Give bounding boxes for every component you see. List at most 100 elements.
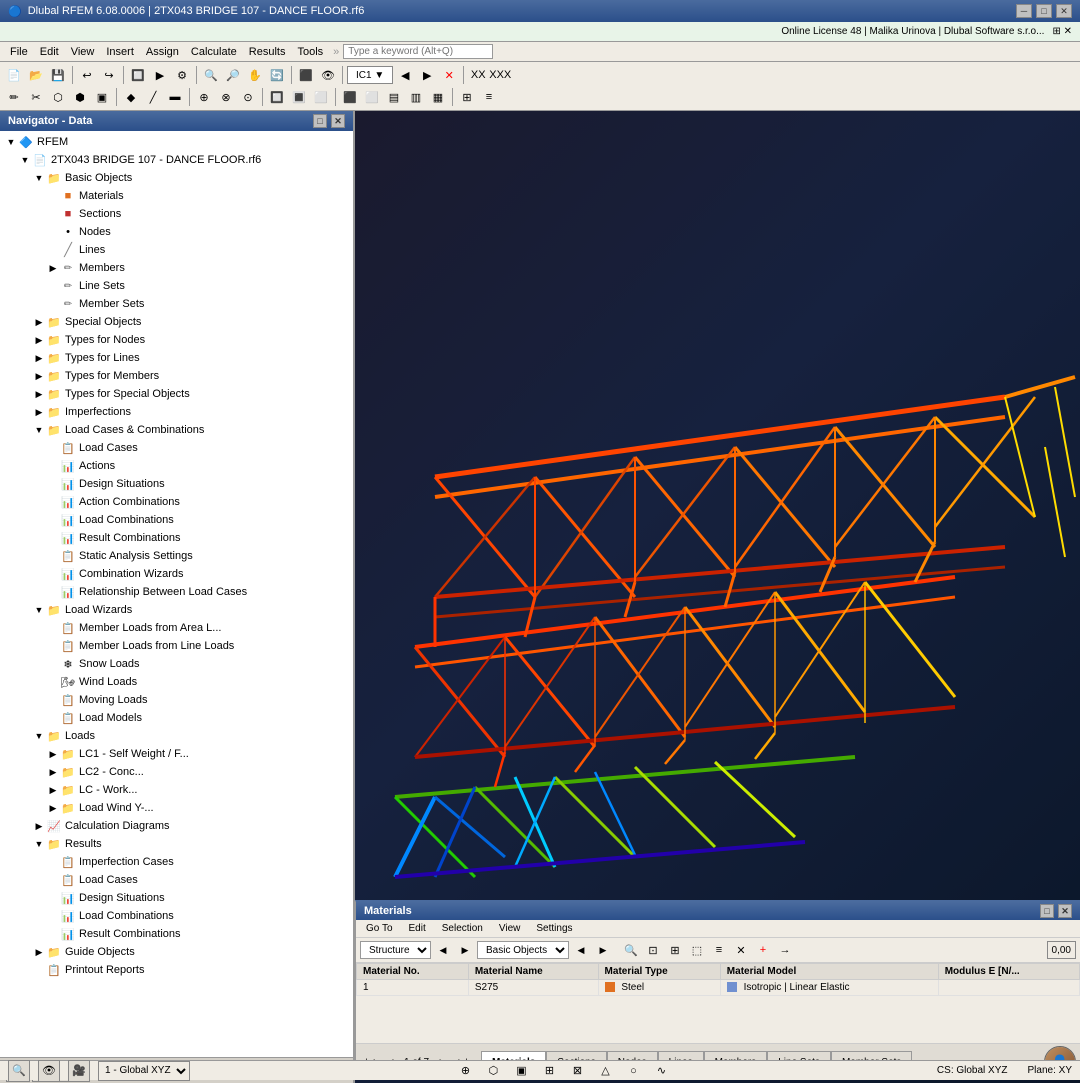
extra-a[interactable]: ⊞ [457, 87, 477, 107]
tree-item-lines[interactable]: ╱ Lines [0, 241, 353, 259]
close-button[interactable]: ✕ [1056, 4, 1072, 18]
tree-item-moving-loads[interactable]: 📋 Moving Loads [0, 691, 353, 709]
display-button[interactable]: 👁 [318, 65, 338, 85]
extra-b[interactable]: ≡ [479, 87, 499, 107]
undo-button[interactable]: ↩ [77, 65, 97, 85]
tool3-button[interactable]: ⬡ [48, 87, 68, 107]
tree-item-members[interactable]: ▶ ✏ Members [0, 259, 353, 277]
tree-item-results[interactable]: ▼ 📁 Results [0, 835, 353, 853]
panel-menu-view[interactable]: View [493, 922, 527, 935]
tree-item-types-members[interactable]: ▶ 📁 Types for Members [0, 367, 353, 385]
prev-button[interactable]: ◀ [395, 65, 415, 85]
tree-item-types-nodes[interactable]: ▶ 📁 Types for Nodes [0, 331, 353, 349]
node-tool[interactable]: ◆ [121, 87, 141, 107]
tree-item-materials[interactable]: ■ Materials [0, 187, 353, 205]
view3[interactable]: ▤ [384, 87, 404, 107]
panel-menu-settings[interactable]: Settings [530, 922, 578, 935]
tree-item-wind-loads[interactable]: 🌬 Wind Loads [0, 673, 353, 691]
calc-button[interactable]: ⚙ [172, 65, 192, 85]
select-button[interactable]: ⬛ [296, 65, 316, 85]
snap2[interactable]: ⊗ [216, 87, 236, 107]
tree-item-project[interactable]: ▼ 📄 2TX043 BRIDGE 107 - DANCE FLOOR.rf6 [0, 151, 353, 169]
tree-item-member-loads-area[interactable]: 📋 Member Loads from Area L... [0, 619, 353, 637]
tree-item-res-load-cases[interactable]: 📋 Load Cases [0, 871, 353, 889]
tree-item-basic-objects[interactable]: ▼ 📁 Basic Objects [0, 169, 353, 187]
tree-item-line-sets[interactable]: ✏ Line Sets [0, 277, 353, 295]
tree-item-nodes[interactable]: • Nodes [0, 223, 353, 241]
menu-assign[interactable]: Assign [140, 44, 185, 60]
tree-item-member-sets[interactable]: ✏ Member Sets [0, 295, 353, 313]
tree-item-res-design-situations[interactable]: 📊 Design Situations [0, 889, 353, 907]
line-tool[interactable]: ╱ [143, 87, 163, 107]
tree-container[interactable]: ▼ 🔷 RFEM ▼ 📄 2TX043 BRIDGE 107 - DANCE F… [0, 131, 353, 1057]
tool2-button[interactable]: ✂ [26, 87, 46, 107]
redo-button[interactable]: ↪ [99, 65, 119, 85]
panel-filter1[interactable]: ⊡ [643, 940, 663, 960]
tree-item-snow-loads[interactable]: ❄ Snow Loads [0, 655, 353, 673]
tree-item-actions[interactable]: 📊 Actions [0, 457, 353, 475]
menu-edit[interactable]: Edit [34, 44, 65, 60]
cross-button[interactable]: ✕ [439, 65, 459, 85]
tree-item-imperfection-cases[interactable]: 📋 Imperfection Cases [0, 853, 353, 871]
new-button[interactable]: 📄 [4, 65, 24, 85]
status-tool3[interactable]: ▣ [511, 1061, 531, 1081]
status-tool5[interactable]: ⊠ [567, 1061, 587, 1081]
minimize-button[interactable]: ─ [1016, 4, 1032, 18]
panel-menu-edit[interactable]: Edit [403, 922, 432, 935]
menu-results[interactable]: Results [243, 44, 292, 60]
snap1[interactable]: ⊕ [194, 87, 214, 107]
tree-item-rfem[interactable]: ▼ 🔷 RFEM [0, 133, 353, 151]
tree-item-guide-objects[interactable]: ▶ 📁 Guide Objects [0, 943, 353, 961]
tree-item-load-wizards[interactable]: ▼ 📁 Load Wizards [0, 601, 353, 619]
tree-item-calc-diagrams[interactable]: ▶ 📈 Calculation Diagrams [0, 817, 353, 835]
next-button[interactable]: ▶ [417, 65, 437, 85]
tree-item-combination-wizards[interactable]: 📊 Combination Wizards [0, 565, 353, 583]
open-button[interactable]: 📂 [26, 65, 46, 85]
display2[interactable]: 🔳 [289, 87, 309, 107]
tree-item-design-situations[interactable]: 📊 Design Situations [0, 475, 353, 493]
table-row[interactable]: 1 S275 Steel Isotropic | Linear Elastic [357, 980, 1080, 996]
pan-button[interactable]: ✋ [245, 65, 265, 85]
tree-item-res-result-combinations[interactable]: 📊 Result Combinations [0, 925, 353, 943]
tool4-button[interactable]: ⬢ [70, 87, 90, 107]
panel-menu-selection[interactable]: Selection [436, 922, 489, 935]
view4[interactable]: ▥ [406, 87, 426, 107]
extra2-button[interactable]: XXX [490, 65, 510, 85]
tree-item-lc2[interactable]: ▶ 📁 LC2 - Conc... [0, 763, 353, 781]
panel-prev-btn[interactable]: ◀ [433, 940, 453, 960]
zoom-in-button[interactable]: 🔍 [201, 65, 221, 85]
tree-item-printout-reports[interactable]: 📋 Printout Reports [0, 961, 353, 979]
tree-item-lc4[interactable]: ▶ 📁 Load Wind Y-... [0, 799, 353, 817]
panel-next-btn[interactable]: ▶ [455, 940, 475, 960]
status-btn3[interactable]: 🎥 [68, 1060, 90, 1082]
status-btn2[interactable]: 👁 [38, 1060, 60, 1082]
tree-item-static-analysis[interactable]: 📋 Static Analysis Settings [0, 547, 353, 565]
panel-restore-button[interactable]: □ [1040, 904, 1054, 918]
panel-filter3[interactable]: ⬚ [687, 940, 707, 960]
panel-nav-next[interactable]: ▶ [593, 940, 613, 960]
member-tool[interactable]: ▬ [165, 87, 185, 107]
tree-item-types-lines[interactable]: ▶ 📁 Types for Lines [0, 349, 353, 367]
tree-item-lc3[interactable]: ▶ 📁 LC - Work... [0, 781, 353, 799]
tree-item-load-models[interactable]: 📋 Load Models [0, 709, 353, 727]
panel-filter4[interactable]: ≡ [709, 940, 729, 960]
status-tool6[interactable]: △ [595, 1061, 615, 1081]
snap3[interactable]: ⊙ [238, 87, 258, 107]
tool5-button[interactable]: ▣ [92, 87, 112, 107]
display3[interactable]: ⬜ [311, 87, 331, 107]
status-tool4[interactable]: ⊞ [539, 1061, 559, 1081]
tree-item-result-combinations[interactable]: 📊 Result Combinations [0, 529, 353, 547]
menu-file[interactable]: File [4, 44, 34, 60]
nav-restore-button[interactable]: □ [313, 114, 327, 128]
extra1-button[interactable]: XX [468, 65, 488, 85]
view1[interactable]: ⬛ [340, 87, 360, 107]
panel-delete-btn[interactable]: ✕ [731, 940, 751, 960]
view3d-button[interactable]: 🔲 [128, 65, 148, 85]
tree-item-lc1[interactable]: ▶ 📁 LC1 - Self Weight / F... [0, 745, 353, 763]
tool1-button[interactable]: ✏ [4, 87, 24, 107]
panel-add-btn[interactable]: + [753, 940, 773, 960]
combo-box[interactable]: IC1 ▼ [347, 66, 393, 84]
tree-item-member-loads-line[interactable]: 📋 Member Loads from Line Loads [0, 637, 353, 655]
status-tool1[interactable]: ⊕ [455, 1061, 475, 1081]
panel-filter2[interactable]: ⊞ [665, 940, 685, 960]
